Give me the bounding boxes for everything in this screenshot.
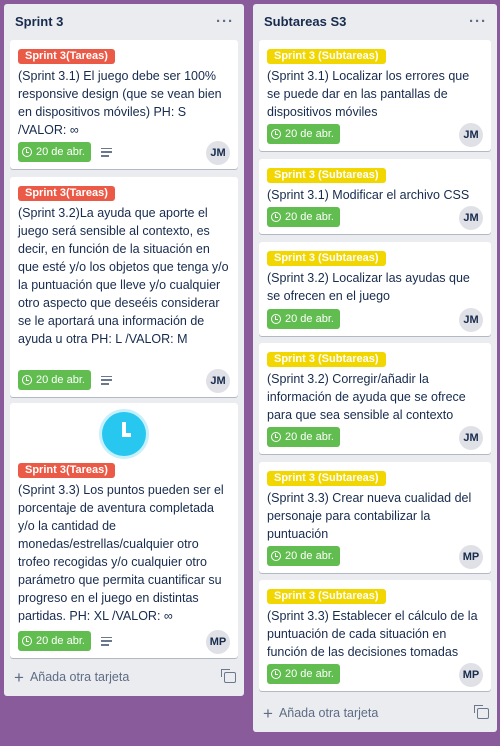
create-from-template-icon[interactable] bbox=[221, 668, 236, 683]
card-badges: 20 de abr. JM bbox=[18, 369, 230, 393]
clock-icon bbox=[271, 432, 281, 442]
due-date-text: 20 de abr. bbox=[36, 374, 85, 386]
clock-icon bbox=[271, 212, 281, 222]
member-avatar[interactable]: MP bbox=[459, 545, 483, 569]
card-title: (Sprint 3.3) Establecer el cálculo de la… bbox=[267, 609, 478, 659]
due-date-text: 20 de abr. bbox=[285, 668, 334, 680]
list-sprint-3: Sprint 3 ··· Sprint 3(Tareas) (Sprint 3.… bbox=[4, 4, 244, 696]
member-avatar[interactable]: JM bbox=[459, 123, 483, 147]
due-date-badge[interactable]: 20 de abr. bbox=[18, 631, 91, 651]
card-badges: 20 de abr. JM bbox=[267, 426, 483, 450]
clock-icon bbox=[271, 551, 281, 561]
due-date-text: 20 de abr. bbox=[285, 550, 334, 562]
card-label: Sprint 3 (Subtareas) bbox=[267, 251, 386, 266]
add-card-label: Añada otra tarjeta bbox=[29, 670, 130, 684]
list-menu-button[interactable]: ··· bbox=[469, 13, 487, 30]
card-badges: 20 de abr. JM bbox=[267, 206, 483, 230]
card-badges: 20 de abr. JM bbox=[267, 308, 483, 332]
card[interactable]: Sprint 3(Tareas) (Sprint 3.3) Los puntos… bbox=[10, 403, 238, 658]
card[interactable]: Sprint 3(Tareas) (Sprint 3.2)La ayuda qu… bbox=[10, 177, 238, 397]
plus-icon: + bbox=[263, 703, 273, 723]
description-icon bbox=[100, 147, 112, 157]
card-title: (Sprint 3.3) Los puntos pueden ser el po… bbox=[18, 483, 224, 623]
due-date-badge[interactable]: 20 de abr. bbox=[267, 427, 340, 447]
member-avatar[interactable]: MP bbox=[459, 663, 483, 687]
clock-icon bbox=[271, 669, 281, 679]
card-label: Sprint 3 (Subtareas) bbox=[267, 471, 386, 486]
add-card-label: Añada otra tarjeta bbox=[278, 706, 379, 720]
clock-icon bbox=[271, 314, 281, 324]
due-date-badge[interactable]: 20 de abr. bbox=[267, 124, 340, 144]
card-cover bbox=[18, 409, 230, 460]
card[interactable]: Sprint 3(Tareas) (Sprint 3.1) El juego d… bbox=[10, 40, 238, 169]
clock-icon bbox=[22, 147, 32, 157]
due-date-text: 20 de abr. bbox=[285, 431, 334, 443]
due-date-badge[interactable]: 20 de abr. bbox=[18, 370, 91, 390]
list-title[interactable]: Subtareas S3 bbox=[264, 14, 346, 29]
card-label: Sprint 3 (Subtareas) bbox=[267, 168, 386, 183]
card-title: (Sprint 3.2) Corregir/añadir la informac… bbox=[267, 372, 466, 422]
list-header: Subtareas S3 ··· bbox=[253, 4, 497, 38]
card-title: (Sprint 3.3) Crear nueva cualidad del pe… bbox=[267, 491, 472, 541]
card[interactable]: Sprint 3 (Subtareas) (Sprint 3.1) Locali… bbox=[259, 40, 491, 151]
member-avatar[interactable]: JM bbox=[206, 141, 230, 165]
member-avatar[interactable]: JM bbox=[459, 206, 483, 230]
card-badges: 20 de abr. MP bbox=[267, 663, 483, 687]
card-label: Sprint 3(Tareas) bbox=[18, 463, 115, 478]
card-title: (Sprint 3.1) Localizar los errores que s… bbox=[267, 69, 470, 119]
clock-icon bbox=[22, 636, 32, 646]
card-badges: 20 de abr. JM bbox=[267, 123, 483, 147]
card-label: Sprint 3(Tareas) bbox=[18, 49, 115, 64]
due-date-text: 20 de abr. bbox=[36, 146, 85, 158]
plus-icon: + bbox=[14, 667, 24, 687]
due-date-text: 20 de abr. bbox=[285, 128, 334, 140]
card-label: Sprint 3 (Subtareas) bbox=[267, 49, 386, 64]
card-label: Sprint 3(Tareas) bbox=[18, 186, 115, 201]
card[interactable]: Sprint 3 (Subtareas) (Sprint 3.3) Crear … bbox=[259, 462, 491, 573]
card-badges: 20 de abr. JM bbox=[18, 141, 230, 165]
list-subtareas-s3: Subtareas S3 ··· Sprint 3 (Subtareas) (S… bbox=[253, 4, 497, 732]
clock-icon bbox=[102, 412, 146, 456]
member-avatar[interactable]: JM bbox=[459, 426, 483, 450]
description-icon bbox=[100, 636, 112, 646]
list-header: Sprint 3 ··· bbox=[4, 4, 244, 38]
list-menu-button[interactable]: ··· bbox=[216, 13, 234, 30]
card-label: Sprint 3 (Subtareas) bbox=[267, 589, 386, 604]
member-avatar[interactable]: MP bbox=[206, 630, 230, 654]
card[interactable]: Sprint 3 (Subtareas) (Sprint 3.2) Correg… bbox=[259, 343, 491, 454]
description-icon bbox=[100, 375, 112, 385]
due-date-badge[interactable]: 20 de abr. bbox=[267, 309, 340, 329]
due-date-text: 20 de abr. bbox=[36, 635, 85, 647]
create-from-template-icon[interactable] bbox=[474, 704, 489, 719]
due-date-badge[interactable]: 20 de abr. bbox=[267, 664, 340, 684]
card-title: (Sprint 3.2) Localizar las ayudas que se… bbox=[267, 271, 470, 303]
member-avatar[interactable]: JM bbox=[459, 308, 483, 332]
due-date-badge[interactable]: 20 de abr. bbox=[267, 207, 340, 227]
member-avatar[interactable]: JM bbox=[206, 369, 230, 393]
card[interactable]: Sprint 3 (Subtareas) (Sprint 3.2) Locali… bbox=[259, 242, 491, 336]
card-title: (Sprint 3.1) Modificar el archivo CSS bbox=[267, 188, 470, 202]
card[interactable]: Sprint 3 (Subtareas) (Sprint 3.1) Modifi… bbox=[259, 159, 491, 234]
due-date-text: 20 de abr. bbox=[285, 313, 334, 325]
due-date-badge[interactable]: 20 de abr. bbox=[267, 546, 340, 566]
card-badges: 20 de abr. MP bbox=[18, 630, 230, 654]
card[interactable]: Sprint 3 (Subtareas) (Sprint 3.3) Establ… bbox=[259, 580, 491, 691]
add-card-button[interactable]: + Añada otra tarjeta bbox=[12, 664, 236, 690]
card-title: (Sprint 3.1) El juego debe ser 100% resp… bbox=[18, 69, 222, 137]
card-label: Sprint 3 (Subtareas) bbox=[267, 352, 386, 367]
clock-icon bbox=[22, 375, 32, 385]
due-date-text: 20 de abr. bbox=[285, 211, 334, 223]
due-date-badge[interactable]: 20 de abr. bbox=[18, 142, 91, 162]
card-title: (Sprint 3.2)La ayuda que aporte el juego… bbox=[18, 206, 229, 346]
list-title[interactable]: Sprint 3 bbox=[15, 14, 63, 29]
clock-icon bbox=[271, 129, 281, 139]
add-card-button[interactable]: + Añada otra tarjeta bbox=[261, 700, 489, 726]
card-badges: 20 de abr. MP bbox=[267, 545, 483, 569]
